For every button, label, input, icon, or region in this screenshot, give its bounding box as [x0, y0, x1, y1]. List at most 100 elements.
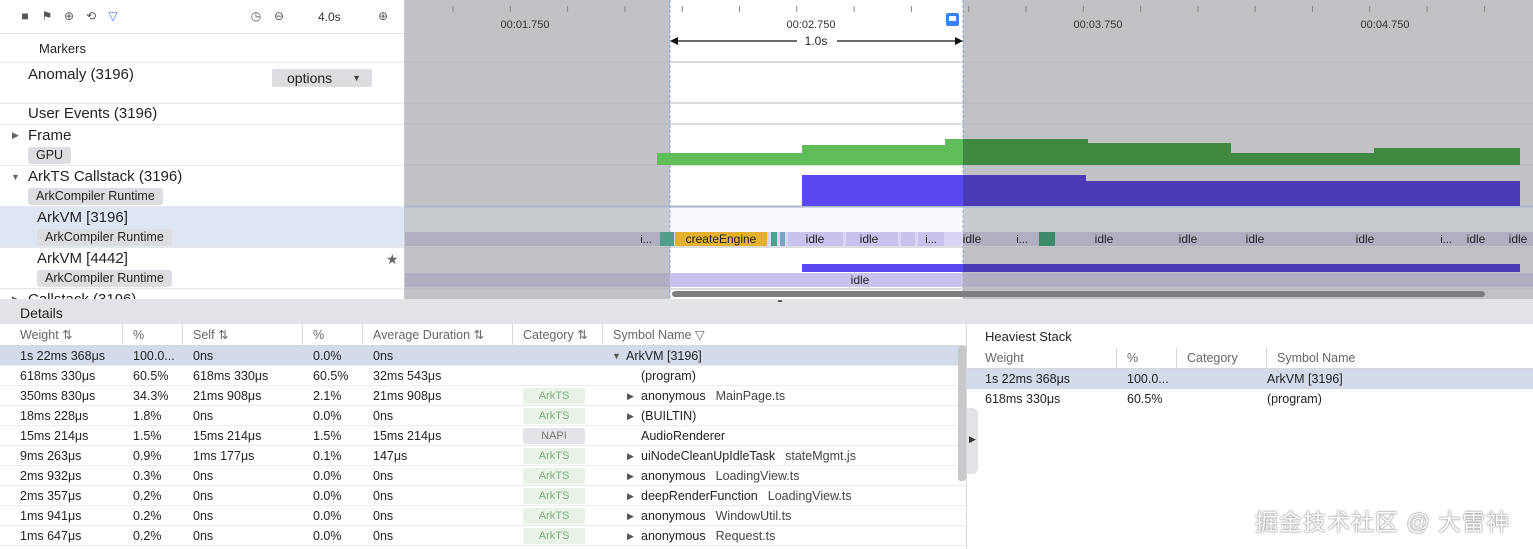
zoom-in-icon[interactable]: ⊕	[376, 9, 390, 23]
arkvm-4442-track[interactable]: idle	[405, 264, 1533, 287]
callstack-bar[interactable]	[963, 264, 1520, 272]
table-row[interactable]: 9ms 263μs 0.9% 1ms 177μs 0.1% 147μs ArkTS ▶ uiN…	[0, 446, 966, 466]
expand-right-icon[interactable]: ▶	[627, 526, 634, 546]
cell-average-duration: 0ns	[373, 349, 394, 363]
symbol-name: AudioRenderer	[641, 429, 726, 443]
table-row[interactable]: 15ms 214μs 1.5% 15ms 214μs 1.5% 15ms 214μs NA…	[0, 426, 966, 446]
options-dropdown[interactable]: options ▼	[272, 69, 372, 87]
sort-icon[interactable]: ⇅	[218, 328, 228, 342]
cell-percent: 0.2%	[133, 489, 162, 503]
slice-label: idle	[1467, 232, 1486, 246]
frame-bar[interactable]	[945, 139, 963, 165]
column-header-self-percent[interactable]: %	[303, 324, 363, 346]
slice-label: idle	[1509, 232, 1528, 246]
frame-bar[interactable]	[657, 153, 802, 165]
column-header-symbol-name[interactable]: Symbol Name ▽	[603, 324, 966, 346]
slice[interactable]	[1039, 232, 1055, 246]
chevron-down-icon: ▼	[352, 73, 361, 83]
stop-icon[interactable]: ■	[18, 9, 32, 23]
target-icon[interactable]: ⊕	[62, 9, 76, 23]
symbol-name: anonymous	[641, 529, 706, 543]
filter-icon[interactable]: ▽	[695, 328, 705, 342]
slice[interactable]	[901, 232, 915, 246]
table-row[interactable]: 2ms 357μs 0.2% 0ns 0.0% 0ns ArkTS ▶ deepRenderF…	[0, 486, 966, 506]
symbol-name: uiNodeCleanUpIdleTask	[641, 449, 776, 463]
star-icon[interactable]: ★	[386, 251, 399, 268]
lane-user-events[interactable]: User Events (3196)	[0, 104, 404, 125]
cell-weight: 618ms 330μs	[20, 369, 96, 383]
table-row[interactable]: 2ms 932μs 0.3% 0ns 0.0% 0ns ArkTS ▶ anonymous Lo…	[0, 466, 966, 486]
symbol-name: deepRenderFunction	[641, 489, 758, 503]
lane-markers[interactable]: Markers	[0, 34, 404, 63]
frame-bar[interactable]	[963, 139, 1088, 165]
cell-symbol-name: AudioRenderer	[641, 426, 725, 446]
timeline-svg[interactable]: 00:01.750 00:02.750 00:03.750 00:04.750 …	[405, 0, 1533, 300]
cell-symbol-name: anonymous LoadingView.ts	[641, 466, 800, 486]
cell-percent: 0.2%	[133, 509, 162, 523]
table-row[interactable]: 618ms 330μs 60.5% 618ms 330μs 60.5% 32ms 543…	[0, 366, 966, 386]
slice-idle[interactable]	[670, 273, 963, 287]
lane-anomaly[interactable]: Anomaly (3196) options ▼	[0, 63, 404, 104]
arkts-track[interactable]	[802, 175, 1520, 206]
zoom-out-icon[interactable]: ⊖	[272, 9, 286, 23]
table-row[interactable]: 1ms 941μs 0.2% 0ns 0.0% 0ns ArkTS ▶ anonymous Wi…	[0, 506, 966, 526]
expand-right-icon[interactable]: ▶	[627, 486, 634, 506]
callstack-bar[interactable]	[963, 175, 1086, 206]
column-header-weight[interactable]: Weight ⇅	[0, 324, 123, 346]
sort-icon[interactable]: ⇅	[62, 328, 72, 342]
expand-right-icon[interactable]: ▶	[627, 466, 634, 486]
callstack-bar[interactable]	[802, 175, 963, 206]
hs-column-percent[interactable]: %	[1117, 348, 1177, 369]
hs-column-weight[interactable]: Weight	[967, 348, 1117, 369]
expand-right-icon[interactable]: ▶	[627, 406, 634, 426]
frame-bar[interactable]	[802, 145, 945, 165]
column-header-percent[interactable]: %	[123, 324, 183, 346]
lane-arkvm-3196[interactable]: ArkVM [3196] ArkCompiler Runtime	[0, 207, 404, 248]
column-header-category[interactable]: Category ⇅	[513, 324, 603, 346]
timeline-hscrollbar[interactable]	[672, 291, 1485, 297]
tick-label: 00:03.750	[1074, 19, 1123, 31]
table-row[interactable]: 1ms 647μs 0.2% 0ns 0.0% 0ns ArkTS ▶ anonymous Re…	[0, 526, 966, 546]
timeline-canvas[interactable]: 00:01.750 00:02.750 00:03.750 00:04.750 …	[405, 0, 1533, 300]
column-header-average-duration[interactable]: Average Duration ⇅	[363, 324, 513, 346]
slice[interactable]	[780, 232, 785, 246]
hs-column-category[interactable]: Category	[1177, 348, 1267, 369]
expand-down-icon[interactable]: ▼	[612, 346, 621, 366]
sort-icon[interactable]: ⇅	[474, 328, 484, 342]
expand-right-icon[interactable]: ▶	[627, 506, 634, 526]
lane-frame[interactable]: ▶ Frame GPU	[0, 125, 404, 166]
heaviest-stack-title: Heaviest Stack	[985, 329, 1072, 344]
expand-down-icon[interactable]: ▼	[11, 172, 20, 182]
symbol-name: ArkVM [3196]	[626, 349, 702, 363]
slice-label: idle	[1179, 232, 1198, 246]
sort-icon[interactable]: ⇅	[577, 328, 587, 342]
column-header-self[interactable]: Self ⇅	[183, 324, 303, 346]
callstack-bar[interactable]	[1086, 181, 1520, 206]
slice[interactable]	[660, 232, 674, 246]
table-row[interactable]: 350ms 830μs 34.3% 21ms 908μs 2.1% 21ms 908μs…	[0, 386, 966, 406]
frame-bar[interactable]	[1374, 148, 1520, 165]
clock-icon[interactable]: ◷	[249, 9, 263, 23]
flag-icon[interactable]: ⚑	[40, 9, 54, 23]
expand-right-icon[interactable]: ▶	[627, 386, 634, 406]
symbol-file: LoadingView.ts	[715, 469, 800, 483]
details-vscrollbar[interactable]	[958, 346, 966, 481]
callstack-bar[interactable]	[802, 264, 963, 272]
heaviest-row[interactable]: 618ms 330μs 60.5% (program)	[967, 389, 1533, 409]
heaviest-row[interactable]: 1s 22ms 368μs 100.0... ArkVM [3196]	[967, 369, 1533, 389]
slice[interactable]	[771, 232, 777, 246]
frame-bar[interactable]	[1231, 153, 1374, 165]
cell-weight: 18ms 228μs	[20, 409, 89, 423]
arkvm-3196-track[interactable]: createEngine idle idle i... idle i... i.…	[405, 232, 1533, 246]
hs-column-symbol[interactable]: Symbol Name	[1267, 348, 1533, 369]
timeline-area: ■ ⚑ ⊕ ⟲ ▽ ◷ ⊖ 4.0s ⊕ Markers Anomaly (31…	[0, 0, 1533, 300]
lane-arkvm-4442[interactable]: ArkVM [4442] ArkCompiler Runtime ★	[0, 248, 404, 289]
lane-arkts-callstack[interactable]: ▼ ArkTS Callstack (3196) ArkCompiler Run…	[0, 166, 404, 207]
table-row[interactable]: 18ms 228μs 1.8% 0ns 0.0% 0ns ArkTS ▶ (BUILTIN)	[0, 406, 966, 426]
table-row[interactable]: 1s 22ms 368μs 100.0... 0ns 0.0% 0ns ▼ ArkVM [3…	[0, 346, 966, 366]
expand-right-icon[interactable]: ▶	[12, 130, 19, 141]
expand-right-icon[interactable]: ▶	[627, 446, 634, 466]
filter-icon[interactable]: ▽	[106, 9, 120, 23]
frame-bar[interactable]	[1088, 143, 1231, 165]
screenshot-icon[interactable]: ⟲	[84, 9, 98, 23]
